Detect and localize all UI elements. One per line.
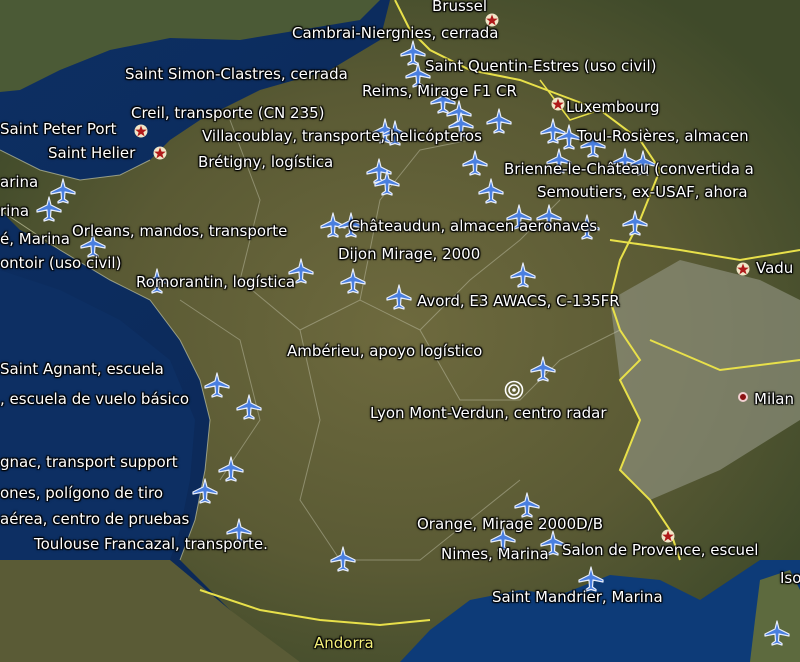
airplane-icon[interactable]: [462, 150, 488, 176]
label-avord[interactable]: Avord, E3 AWACS, C-135FR: [417, 292, 620, 310]
label-aerea[interactable]: aérea, centro de pruebas: [0, 510, 189, 528]
label-polygon[interactable]: ones, polígono de tiro: [0, 484, 163, 502]
label-escuela-vuelo[interactable]: , escuela de vuelo básico: [0, 390, 189, 408]
label-saint-mandrier[interactable]: Saint Mandrier, Marina: [492, 588, 663, 606]
label-saint-helier[interactable]: Saint Helier: [48, 144, 135, 162]
label-lyon[interactable]: Lyon Mont-Verdun, centro radar: [370, 404, 607, 422]
star-icon[interactable]: [736, 262, 750, 276]
airplane-icon[interactable]: [478, 178, 504, 204]
label-chateaudun[interactable]: Châteaudun, almacen aeronaves: [349, 217, 597, 235]
airplane-icon[interactable]: [530, 356, 556, 382]
airplane-icon[interactable]: [218, 456, 244, 482]
map-view[interactable]: Brussel Cambrai-Niergnies, cerrada Saint…: [0, 0, 800, 662]
airplane-icon[interactable]: [36, 196, 62, 222]
airplane-icon[interactable]: [764, 620, 790, 646]
label-ontoir[interactable]: ontoir (uso civil): [0, 254, 121, 272]
label-brussel[interactable]: Brussel: [432, 0, 487, 15]
label-toul[interactable]: Toul-Rosières, almacen: [577, 127, 749, 145]
airplane-icon[interactable]: [330, 546, 356, 572]
label-e-marina[interactable]: é, Marina: [0, 230, 70, 248]
radar-icon[interactable]: [504, 380, 524, 400]
label-vaduz[interactable]: Vadu: [756, 259, 793, 277]
star-icon[interactable]: [134, 124, 148, 138]
label-cognac[interactable]: gnac, transport support: [0, 453, 178, 471]
label-dijon[interactable]: Dijon Mirage, 2000: [338, 245, 480, 263]
city-dot[interactable]: [738, 392, 748, 402]
label-semoutiers[interactable]: Semoutiers, ex-USAF, ahora: [537, 183, 748, 201]
airplane-icon[interactable]: [236, 394, 262, 420]
star-icon[interactable]: [551, 97, 565, 111]
label-saint-quentin[interactable]: Saint Quentin-Estres (uso civil): [425, 57, 656, 75]
label-romorantin[interactable]: Romorantin, logística: [136, 273, 295, 291]
label-saint-agnant[interactable]: Saint Agnant, escuela: [0, 360, 164, 378]
airplane-icon[interactable]: [510, 262, 536, 288]
airplane-icon[interactable]: [204, 372, 230, 398]
label-orleans[interactable]: Orleans, mandos, transporte: [72, 222, 287, 240]
label-amberieu[interactable]: Ambérieu, apoyo logístico: [287, 342, 482, 360]
label-saint-simon[interactable]: Saint Simon-Clastres, cerrada: [125, 65, 348, 83]
label-nimes[interactable]: Nimes, Marina: [441, 545, 549, 563]
airplane-icon[interactable]: [340, 268, 366, 294]
label-marina-1[interactable]: arina: [0, 173, 38, 191]
label-villacoublay[interactable]: Villacoublay, transporte, helicópteros: [202, 127, 482, 145]
label-orange[interactable]: Orange, Mirage 2000D/B: [417, 515, 603, 533]
label-salon[interactable]: Salon de Provence, escuel: [562, 541, 758, 559]
label-creil[interactable]: Creil, transporte (CN 235): [131, 104, 325, 122]
star-icon[interactable]: [153, 146, 167, 160]
label-brienne[interactable]: Brienne-le-Château (convertida a: [504, 160, 754, 178]
label-andorra[interactable]: Andorra: [314, 634, 374, 652]
airplane-icon[interactable]: [374, 170, 400, 196]
airplane-icon[interactable]: [622, 210, 648, 236]
label-iso[interactable]: Iso: [780, 569, 800, 587]
airplane-icon[interactable]: [386, 284, 412, 310]
airplane-icon[interactable]: [192, 478, 218, 504]
label-luxembourg[interactable]: Luxembourg: [566, 98, 660, 116]
label-cambrai[interactable]: Cambrai-Niergnies, cerrada: [292, 24, 498, 42]
label-milan[interactable]: Milan: [754, 390, 794, 408]
label-toulouse[interactable]: Toulouse Francazal, transporte.: [34, 535, 268, 553]
label-bretigny[interactable]: Brétigny, logística: [198, 153, 333, 171]
label-marina-2[interactable]: rina: [0, 202, 29, 220]
label-saint-peter-port[interactable]: Saint Peter Port: [0, 120, 117, 138]
airplane-icon[interactable]: [486, 108, 512, 134]
label-reims[interactable]: Reims, Mirage F1 CR: [362, 82, 517, 100]
